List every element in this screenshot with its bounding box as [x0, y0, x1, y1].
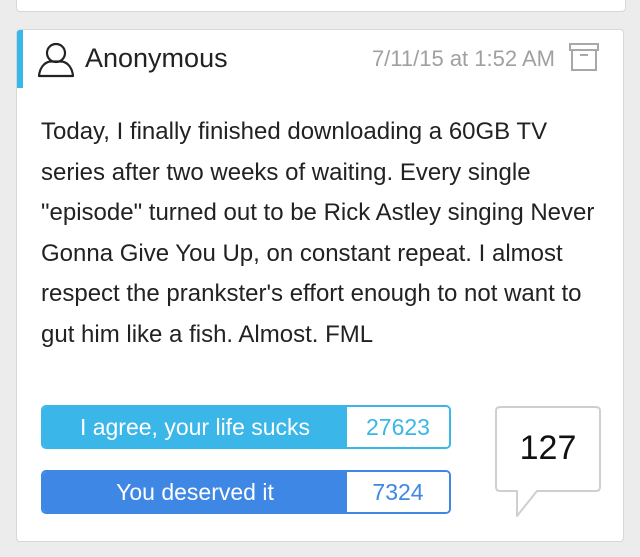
deserved-vote-label[interactable]: You deserved it [43, 472, 347, 512]
deserved-vote-count: 7324 [347, 472, 449, 512]
author-name[interactable]: Anonymous [85, 42, 228, 74]
archive-icon[interactable] [569, 43, 599, 71]
comment-count[interactable]: 127 [495, 428, 601, 468]
post-text: Today, I finally finished downloading a … [41, 118, 595, 348]
agree-vote-label[interactable]: I agree, your life sucks [43, 407, 347, 447]
user-icon [37, 42, 75, 78]
agree-vote-button[interactable]: I agree, your life sucks 27623 [41, 405, 451, 449]
previous-post-card [16, 0, 626, 12]
post-card: Anonymous 7/11/15 at 1:52 AM Today, I fi… [16, 29, 624, 542]
post-header: Anonymous 7/11/15 at 1:52 AM [17, 30, 623, 88]
deserved-vote-button[interactable]: You deserved it 7324 [41, 470, 451, 514]
agree-vote-count: 27623 [347, 407, 449, 447]
post-timestamp: 7/11/15 at 1:52 AM [371, 46, 555, 71]
